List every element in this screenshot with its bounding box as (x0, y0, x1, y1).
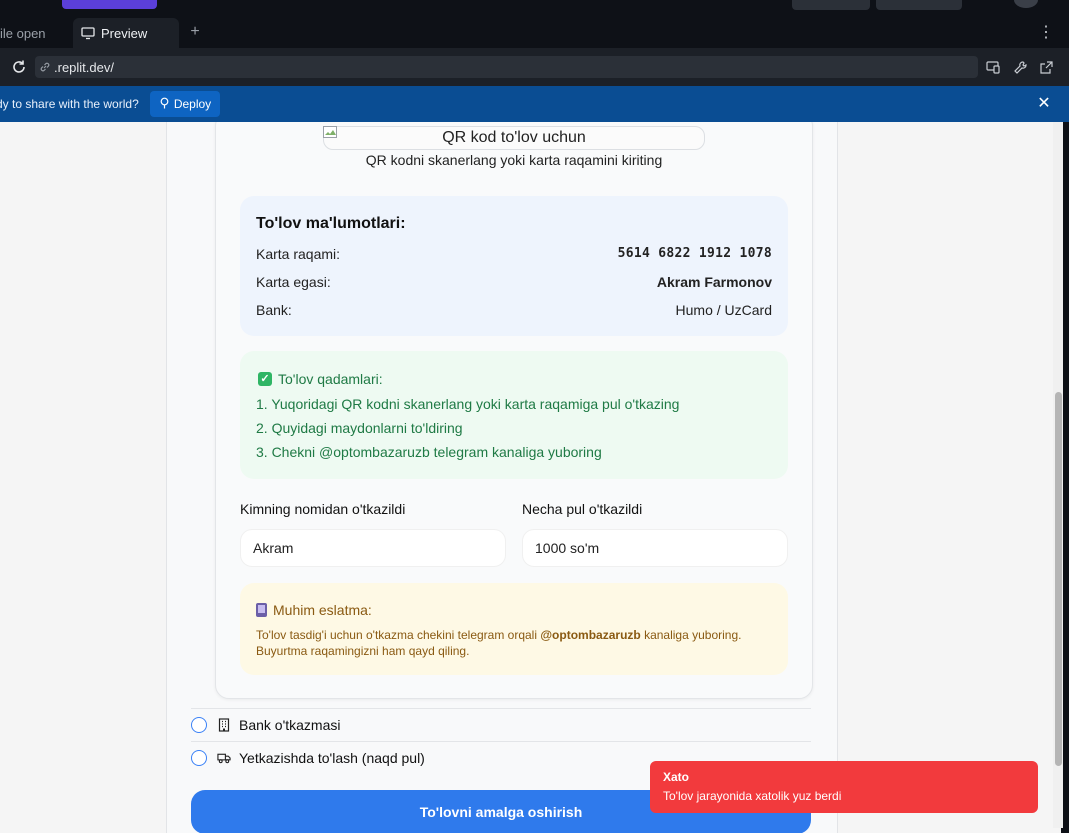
tab-label: ile open (0, 25, 46, 41)
steps-title: ✓ To'lov qadamlari: (258, 371, 383, 387)
deploy-banner: dy to share with the world? Deploy ✕ (0, 86, 1069, 122)
tab-file-open[interactable]: ile open (0, 18, 72, 48)
telegram-channel: @optombazaruzb (540, 628, 641, 642)
monitor-icon (81, 26, 95, 40)
sender-name-input[interactable]: Akram (240, 529, 506, 567)
qr-alt-text: QR kod to'lov uchun (442, 129, 586, 146)
scrollbar-thumb[interactable] (1055, 392, 1062, 766)
qr-hint: QR kodni skanerlang yoki karta raqamini … (365, 152, 663, 168)
payment-option-label: Yetkazishda to'lash (naqd pul) (239, 750, 425, 766)
checkmark-icon: ✓ (258, 372, 272, 386)
phone-icon (256, 603, 267, 617)
url-input[interactable]: .replit.dev/ (35, 56, 978, 78)
note-text: To'lov tasdig'i uchun o'tkazma chekini t… (256, 628, 541, 642)
top-control[interactable] (876, 0, 962, 10)
payment-steps-box: ✓ To'lov qadamlari: 1. Yuqoridagi QR kod… (240, 351, 788, 479)
step-item: 2. Quyidagi maydonlarni to'ldiring (256, 420, 463, 436)
payment-option-label: Bank o'tkazmasi (239, 717, 341, 733)
amount-input[interactable]: 1000 so'm (522, 529, 788, 567)
external-link-icon[interactable] (1039, 60, 1054, 75)
important-note-box: Muhim eslatma: To'lov tasdig'i uchun o't… (240, 583, 788, 675)
info-row-card-owner: Karta egasi: Akram Farmonov (256, 274, 772, 290)
note-title-text: Muhim eslatma: (273, 602, 372, 618)
tab-bar: ile open Preview + ⋮ (0, 18, 1069, 48)
new-tab-button[interactable]: + (186, 23, 204, 41)
error-toast[interactable]: Xato To'lov jarayonida xatolik yuz berdi (650, 761, 1038, 813)
step-item: 3. Chekni @optombazaruzb telegram kanali… (256, 444, 602, 460)
avatar[interactable] (1014, 0, 1038, 8)
devices-icon[interactable] (986, 60, 1001, 75)
info-row-bank: Bank: Humo / UzCard (256, 302, 772, 318)
truck-icon (217, 751, 231, 765)
wrench-icon[interactable] (1013, 60, 1028, 75)
top-strip (0, 0, 1069, 18)
radio-button[interactable] (191, 750, 207, 766)
address-bar: .replit.dev/ (0, 48, 1069, 86)
steps-title-text: To'lov qadamlari: (278, 371, 383, 387)
deploy-button[interactable]: Deploy (150, 91, 220, 117)
qr-code-image: QR kod to'lov uchun (323, 126, 705, 150)
preview-viewport: QR kod to'lov uchun QR kodni skanerlang … (0, 122, 1061, 833)
divider (191, 708, 811, 709)
info-label: Karta egasi: (256, 274, 331, 290)
tab-preview[interactable]: Preview (73, 18, 179, 48)
radio-button[interactable] (191, 717, 207, 733)
building-icon (217, 718, 231, 732)
close-icon[interactable]: ✕ (1036, 96, 1052, 112)
top-control[interactable] (792, 0, 870, 10)
deploy-label: Deploy (173, 97, 212, 111)
card-owner: Akram Farmonov (656, 274, 772, 290)
url-text: .replit.dev/ (54, 59, 114, 75)
payment-card: QR kod to'lov uchun QR kodni skanerlang … (215, 122, 813, 699)
info-label: Bank: (256, 302, 292, 318)
payment-option-bank[interactable]: Bank o'tkazmasi (191, 715, 341, 735)
reload-icon[interactable] (10, 58, 28, 76)
tab-label: Preview (101, 25, 148, 41)
banner-message: dy to share with the world? (0, 97, 139, 111)
divider (191, 741, 811, 742)
info-label: Karta raqami: (256, 246, 341, 262)
payment-option-cash[interactable]: Yetkazishda to'lash (naqd pul) (191, 748, 425, 768)
workspace-badge[interactable] (62, 0, 157, 9)
note-title: Muhim eslatma: (256, 602, 372, 618)
card-number: 5614 6822 1912 1078 (617, 246, 772, 261)
toast-message: To'lov jarayonida xatolik yuz berdi (663, 789, 842, 803)
toast-title: Xato (663, 770, 690, 784)
step-item: 1. Yuqoridagi QR kodni skanerlang yoki k… (256, 396, 680, 412)
bank-name: Humo / UzCard (675, 302, 772, 318)
note-body: To'lov tasdig'i uchun o'tkazma chekini t… (256, 627, 776, 659)
broken-image-icon (323, 126, 339, 140)
checkout-page: QR kod to'lov uchun QR kodni skanerlang … (166, 122, 838, 833)
amount-label: Necha pul o'tkazildi (522, 501, 643, 517)
link-icon (39, 61, 51, 73)
payment-info-box: To'lov ma'lumotlari: Karta raqami: 5614 … (240, 196, 788, 336)
sender-name-label: Kimning nomidan o'tkazildi (240, 501, 406, 517)
more-options-icon[interactable]: ⋮ (1038, 23, 1054, 43)
deploy-icon (159, 97, 170, 112)
info-row-card-number: Karta raqami: 5614 6822 1912 1078 (256, 246, 772, 262)
info-title: To'lov ma'lumotlari: (256, 215, 406, 232)
